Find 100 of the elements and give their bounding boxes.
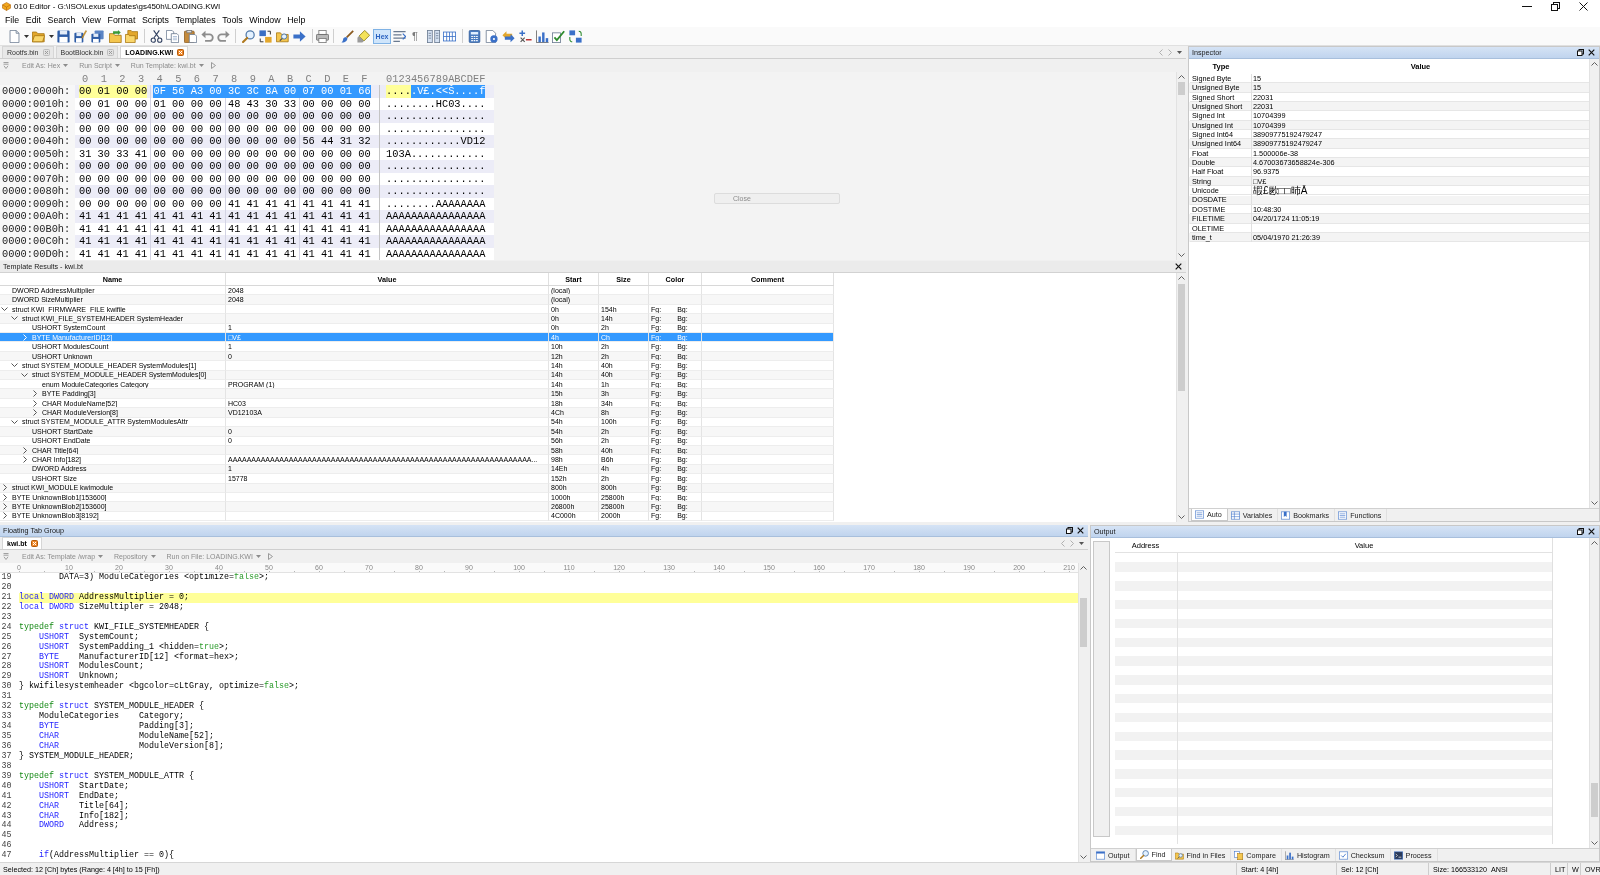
chevron-down-icon[interactable] xyxy=(1591,841,1598,845)
chevron-up-icon[interactable] xyxy=(1591,541,1598,545)
menu-item[interactable]: Format xyxy=(104,15,139,25)
double-floppy-icon[interactable] xyxy=(90,29,104,43)
chevron-right-icon[interactable] xyxy=(2,493,7,501)
caret-icon[interactable] xyxy=(1177,50,1182,54)
pilcrow-button[interactable]: ¶ xyxy=(410,28,420,44)
code-line: } kwifilesystemheader <bgcolor=cLtGray, optimize=false>; xyxy=(19,682,299,693)
clipboard-icon[interactable] xyxy=(183,29,197,43)
line-number: 41 xyxy=(1,790,12,801)
chevron-down-icon[interactable] xyxy=(21,372,28,377)
swap-squares-icon[interactable] xyxy=(258,29,272,43)
menu-item[interactable]: Scripts xyxy=(138,15,173,25)
chevron-down-icon[interactable] xyxy=(1178,253,1185,257)
hex-bytes: 0F 56 A3 00 3C 3C 8A 00 07 00 01 66 xyxy=(153,85,371,98)
menu-item[interactable]: Tools xyxy=(218,15,246,25)
scrollbar-thumb[interactable] xyxy=(1591,783,1598,817)
close-icon[interactable] xyxy=(1588,49,1595,56)
line-number: 38 xyxy=(1,760,12,771)
close-icon[interactable] xyxy=(1077,527,1084,534)
hex-address: 0000:0060h: xyxy=(2,160,71,173)
ascii-text: ................ xyxy=(386,172,486,185)
chevron-down-icon[interactable] xyxy=(1080,855,1087,859)
chevron-right-icon[interactable] xyxy=(2,503,7,511)
plus-minus-icon[interactable] xyxy=(518,29,532,43)
lines-arrow-icon[interactable] xyxy=(392,29,406,43)
code-line: USHORT SystemCount; xyxy=(38,632,139,642)
menu-item[interactable]: Templates xyxy=(172,15,219,25)
brush-icon[interactable] xyxy=(340,29,354,43)
scrollbar[interactable] xyxy=(1589,538,1599,848)
hex-address: 0000:00A0h: xyxy=(2,210,71,223)
scrollbar[interactable] xyxy=(1176,72,1186,260)
chevron-right-icon[interactable] xyxy=(22,456,27,463)
chevron-down-icon[interactable] xyxy=(1178,515,1185,519)
menu-item[interactable]: Search xyxy=(44,15,79,25)
line-number: 23 xyxy=(1,611,12,622)
redo-icon[interactable] xyxy=(216,29,230,43)
convert-arrows-icon[interactable] xyxy=(568,29,582,43)
code-line: CHAR Info[182]; xyxy=(38,811,129,821)
search-icon[interactable] xyxy=(241,29,255,43)
chevron-up-icon[interactable] xyxy=(1591,62,1598,66)
caret-icon[interactable] xyxy=(23,34,29,38)
menu-item[interactable]: Help xyxy=(283,15,309,25)
folder-search-icon[interactable] xyxy=(275,29,289,43)
caret-icon[interactable] xyxy=(48,34,54,38)
menu-item[interactable]: Edit xyxy=(22,15,45,25)
menu-item[interactable]: File xyxy=(1,15,23,25)
chevron-right-icon[interactable] xyxy=(2,512,7,520)
marker-icon[interactable] xyxy=(356,29,370,43)
menu-item[interactable]: Window xyxy=(246,15,284,25)
scrollbar[interactable] xyxy=(1176,273,1186,522)
scrollbar-thumb[interactable] xyxy=(1178,284,1185,391)
chevron-up-icon[interactable] xyxy=(1080,566,1087,570)
chevron-right-icon[interactable] xyxy=(2,484,7,492)
undo-icon[interactable] xyxy=(200,29,214,43)
chevron-down-icon[interactable] xyxy=(11,363,18,368)
chevron-down-icon[interactable] xyxy=(11,419,18,424)
chevron-down-icon[interactable] xyxy=(1,307,8,311)
swap-arrows-icon[interactable] xyxy=(501,29,515,43)
checkmark-icon[interactable] xyxy=(551,29,565,43)
chevron-up-icon[interactable] xyxy=(1178,276,1185,280)
line-number: 20 xyxy=(1,581,12,592)
folder-stack-icon[interactable] xyxy=(124,29,138,43)
scrollbar[interactable] xyxy=(1589,59,1599,508)
chevron-right-icon[interactable] xyxy=(32,399,37,407)
line-number: 35 xyxy=(1,731,12,741)
chevron-down-icon[interactable] xyxy=(1591,501,1598,505)
restore-icon[interactable] xyxy=(1577,528,1584,535)
hex-address: 0000:0000h: xyxy=(2,85,71,98)
chevron-down-icon[interactable] xyxy=(11,316,18,321)
menu-item[interactable]: View xyxy=(78,15,105,25)
restore-icon[interactable] xyxy=(1066,527,1073,534)
arrow-right-icon[interactable] xyxy=(292,29,306,43)
code-line: ModuleCategories Category; xyxy=(38,712,184,722)
folder-arrow-icon[interactable] xyxy=(108,29,122,43)
scrollbar[interactable] xyxy=(1078,563,1088,862)
printer-icon[interactable] xyxy=(315,29,329,43)
chevron-right-icon[interactable] xyxy=(32,390,37,398)
grid-icon[interactable] xyxy=(442,29,456,43)
columns-icon[interactable] xyxy=(426,29,440,43)
scrollbar-thumb[interactable] xyxy=(1178,82,1185,95)
close-icon[interactable] xyxy=(1588,528,1595,535)
chevron-right-icon[interactable] xyxy=(22,446,27,454)
scissors-icon[interactable] xyxy=(149,29,163,43)
scrollbar-thumb[interactable] xyxy=(1080,598,1087,647)
restore-icon[interactable] xyxy=(1577,49,1584,56)
ascii-column-header: 0123456789ABCDEF xyxy=(386,72,486,85)
bar-chart-icon[interactable] xyxy=(535,29,549,43)
code-line: local DWORD SizeMultipler = 2048; xyxy=(19,602,184,613)
restore-icon[interactable] xyxy=(1551,2,1560,11)
caret-icon[interactable] xyxy=(1079,541,1084,545)
play-icon[interactable] xyxy=(210,62,216,69)
play-icon[interactable] xyxy=(267,553,273,560)
calculator-icon[interactable] xyxy=(467,29,481,43)
close-icon[interactable] xyxy=(1579,2,1588,11)
close-icon[interactable] xyxy=(1175,263,1182,270)
chevron-right-icon[interactable] xyxy=(32,409,37,416)
floppy-pencil-icon[interactable] xyxy=(73,29,87,43)
ascii-text: ................ xyxy=(386,185,486,198)
chevron-up-icon[interactable] xyxy=(1178,75,1185,79)
